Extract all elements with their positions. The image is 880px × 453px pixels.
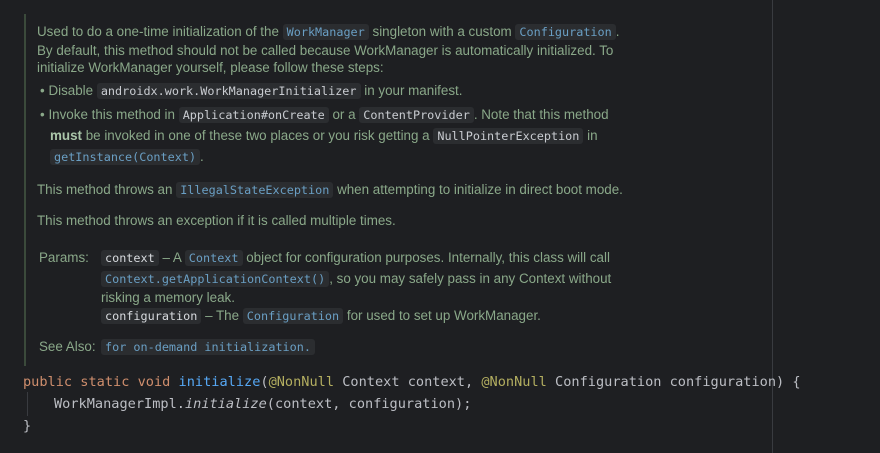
doc-text: – A bbox=[158, 250, 185, 265]
annotation-nonnull-2[interactable]: @NonNull bbox=[481, 374, 546, 390]
param-context-line-2: Context.getApplicationContext(), so you … bbox=[101, 270, 611, 288]
inline-code-oncreate: Application#onCreate bbox=[178, 107, 329, 123]
doc-text: in bbox=[583, 128, 598, 143]
doc-text: or a bbox=[328, 107, 360, 122]
getinstance-link[interactable]: getInstance(Context) bbox=[50, 149, 201, 165]
code-params-1: Context context, bbox=[334, 374, 482, 390]
doc-text: for used to set up WorkManager. bbox=[343, 308, 541, 323]
annotation-nonnull-1[interactable]: @NonNull bbox=[269, 374, 334, 390]
param-name-context: context bbox=[101, 250, 159, 266]
code-line-body[interactable]: WorkManagerImpl.initialize(context, conf… bbox=[54, 393, 471, 415]
inline-code-npe: NullPointerException bbox=[433, 128, 584, 144]
code-line-closing-brace[interactable]: } bbox=[23, 415, 31, 437]
workmanager-link[interactable]: WorkManager bbox=[282, 24, 369, 40]
doc-text: in your manifest. bbox=[360, 83, 463, 98]
doc-text: , so you may safely pass in any Context … bbox=[329, 271, 612, 286]
param-context-line-1: context – A Context object for configura… bbox=[101, 249, 610, 267]
doc-bullet-2-line-1: • Invoke this method in Application#onCr… bbox=[40, 106, 609, 124]
doc-paragraph-4: This method throws an exception if it is… bbox=[37, 213, 396, 228]
indent-guide bbox=[27, 392, 28, 416]
param-configuration: configuration – The Configuration for us… bbox=[101, 307, 541, 325]
doc-text: be invoked in one of these two places or… bbox=[82, 128, 434, 143]
bullet-icon: • bbox=[40, 107, 45, 122]
code-class-ref: WorkManagerImpl. bbox=[54, 396, 185, 412]
doc-text: Disable bbox=[48, 83, 97, 98]
method-name-initialize[interactable]: initialize bbox=[179, 374, 261, 390]
doc-paragraph-3: This method throws an IllegalStateExcept… bbox=[37, 181, 623, 199]
illegalstateexception-link[interactable]: IllegalStateException bbox=[176, 182, 334, 198]
doc-bullet-2-line-2: must be invoked in one of these two plac… bbox=[50, 127, 598, 145]
bold-must: must bbox=[50, 128, 82, 143]
configuration-link[interactable]: Configuration bbox=[515, 24, 616, 40]
doc-text: . bbox=[615, 24, 620, 39]
doc-paragraph-2-line-2: initialize WorkManager yourself, please … bbox=[37, 60, 384, 75]
doc-text: when attempting to initialize in direct … bbox=[333, 182, 623, 197]
keyword-static: static bbox=[80, 374, 130, 390]
see-also-link[interactable]: for on-demand initialization. bbox=[101, 339, 315, 355]
see-also-label: See Also: bbox=[39, 339, 96, 354]
code-params-2: Configuration configuration) { bbox=[546, 374, 801, 390]
keyword-public: public bbox=[23, 374, 73, 390]
inline-code-contentprovider: ContentProvider bbox=[359, 107, 474, 123]
getapplicationcontext-link[interactable]: Context.getApplicationContext() bbox=[101, 271, 330, 287]
param-name-configuration: configuration bbox=[101, 308, 202, 324]
keyword-void: void bbox=[137, 374, 171, 390]
code-line-method-signature[interactable]: public static void initialize(@NonNull C… bbox=[23, 371, 801, 393]
doc-paragraph-1: Used to do a one-time initialization of … bbox=[37, 23, 619, 41]
bullet-icon: • bbox=[40, 83, 45, 98]
code-args: (context, configuration); bbox=[266, 396, 472, 412]
params-label: Params: bbox=[39, 250, 89, 265]
code-punct: ( bbox=[260, 374, 269, 390]
doc-text: . Note that this method bbox=[473, 107, 609, 122]
doc-paragraph-2-line-1: By default, this method should not be ca… bbox=[37, 43, 614, 58]
doc-text: object for configuration purposes. Inter… bbox=[242, 250, 610, 265]
see-also-item: for on-demand initialization. bbox=[101, 338, 315, 356]
param-context-line-3: risking a memory leak. bbox=[101, 290, 235, 305]
doc-text: This method throws an bbox=[37, 182, 177, 197]
doc-text: Invoke this method in bbox=[48, 107, 179, 122]
doc-text: Used to do a one-time initialization of … bbox=[37, 24, 283, 39]
configuration-param-link[interactable]: Configuration bbox=[242, 308, 344, 324]
context-link[interactable]: Context bbox=[184, 250, 243, 266]
doc-text: singleton with a custom bbox=[368, 24, 516, 39]
doc-text: – The bbox=[201, 308, 243, 323]
doc-text: . bbox=[200, 149, 204, 164]
doc-bullet-1: • Disable androidx.work.WorkManagerIniti… bbox=[40, 82, 462, 100]
doc-bullet-2-line-3: getInstance(Context). bbox=[50, 148, 204, 166]
static-call-initialize[interactable]: initialize bbox=[185, 396, 267, 412]
inline-code-initializer: androidx.work.WorkManagerInitializer bbox=[96, 83, 361, 99]
